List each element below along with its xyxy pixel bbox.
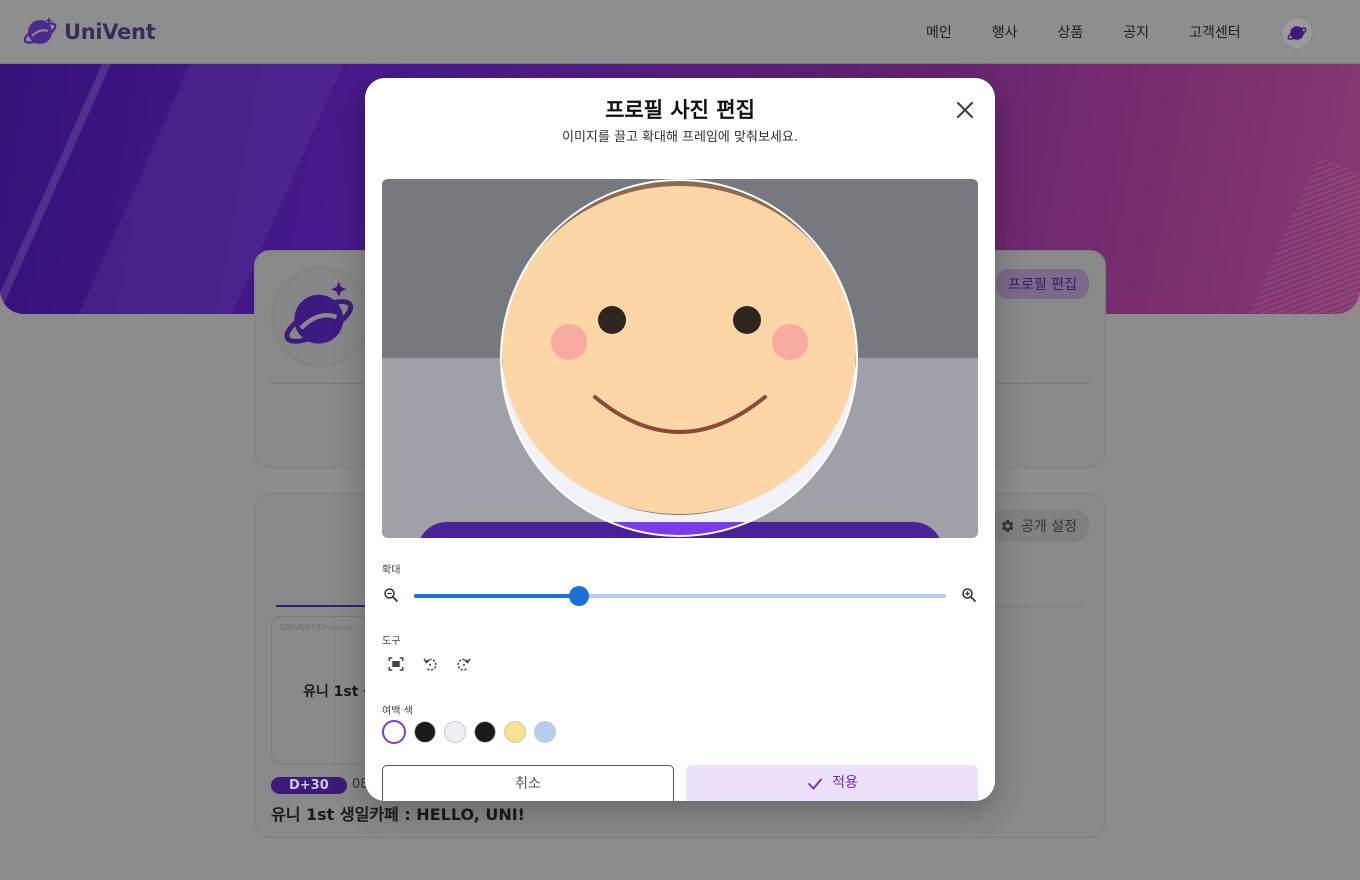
zoom-slider[interactable] bbox=[414, 586, 946, 606]
tools-label: 도구 bbox=[382, 636, 401, 647]
color-swatch[interactable] bbox=[534, 721, 556, 743]
privacy-settings-label: 공개 설정 bbox=[1021, 519, 1077, 535]
color-swatch[interactable] bbox=[504, 721, 526, 743]
nav-item-events[interactable]: 행사 bbox=[992, 22, 1018, 42]
zoom-label: 확대 bbox=[382, 565, 401, 576]
nav-item-main[interactable]: 메인 bbox=[926, 22, 952, 42]
close-icon[interactable] bbox=[953, 98, 977, 122]
privacy-settings-button[interactable]: 공개 설정 bbox=[987, 510, 1089, 542]
nav-item-products[interactable]: 상품 bbox=[1058, 22, 1084, 42]
cancel-button[interactable]: 취소 bbox=[382, 765, 674, 801]
color-swatch[interactable] bbox=[414, 721, 436, 743]
modal-title: 프로필 사진 편집 bbox=[605, 98, 755, 122]
edit-profile-button[interactable]: 프로필 편집 bbox=[996, 269, 1089, 299]
bg-color-label: 여백 색 bbox=[382, 706, 413, 717]
rotate-right-icon[interactable] bbox=[455, 655, 473, 673]
thumbnail-caption: UNIVENT/Universe bbox=[280, 623, 354, 632]
fit-frame-icon[interactable] bbox=[387, 655, 405, 673]
brand-name: UniVent bbox=[64, 20, 156, 44]
color-swatch[interactable] bbox=[444, 721, 466, 743]
planet-profile-icon bbox=[284, 281, 354, 344]
gear-icon bbox=[1001, 520, 1014, 532]
event-title[interactable]: 유니 1st 생일카페 : HELLO, UNI! bbox=[271, 801, 525, 825]
rotate-left-icon[interactable] bbox=[421, 655, 439, 673]
dday-badge: D+30 bbox=[271, 777, 347, 794]
tool-row bbox=[387, 655, 473, 673]
crop-canvas[interactable] bbox=[382, 179, 978, 538]
top-navbar: UniVent 메인 행사 상품 공지 고객센터 bbox=[0, 0, 1360, 64]
color-swatch[interactable] bbox=[474, 721, 496, 743]
main-nav: 메인 행사 상품 공지 고객센터 bbox=[926, 22, 1281, 42]
nav-item-notices[interactable]: 공지 bbox=[1123, 22, 1149, 42]
zoom-control bbox=[382, 584, 978, 606]
bg-color-swatches bbox=[382, 720, 556, 744]
zoom-in-icon[interactable] bbox=[960, 586, 978, 604]
image-cropper[interactable] bbox=[382, 179, 978, 538]
planet-logo-icon bbox=[23, 17, 57, 44]
univent-logo[interactable]: UniVent bbox=[22, 14, 156, 50]
user-avatar-button[interactable] bbox=[1281, 17, 1313, 49]
color-swatch[interactable] bbox=[382, 720, 406, 744]
profile-avatar[interactable] bbox=[271, 267, 371, 367]
active-tab-indicator bbox=[276, 605, 368, 607]
modal-subtitle: 이미지를 끌고 확대해 프레임에 맞춰보세요. bbox=[562, 130, 798, 145]
planet-avatar-icon bbox=[1287, 26, 1307, 40]
zoom-slider-thumb[interactable] bbox=[568, 586, 589, 606]
apply-label: 적용 bbox=[832, 775, 858, 791]
zoom-slider-fill bbox=[414, 594, 579, 598]
photo-edit-modal: 프로필 사진 편집 이미지를 끌고 확대해 프레임에 맞춰보세요. 확대 도구 … bbox=[365, 78, 995, 801]
check-icon bbox=[808, 778, 823, 790]
nav-item-support[interactable]: 고객센터 bbox=[1189, 22, 1241, 42]
apply-button[interactable]: 적용 bbox=[686, 765, 978, 801]
zoom-out-icon[interactable] bbox=[382, 586, 400, 604]
